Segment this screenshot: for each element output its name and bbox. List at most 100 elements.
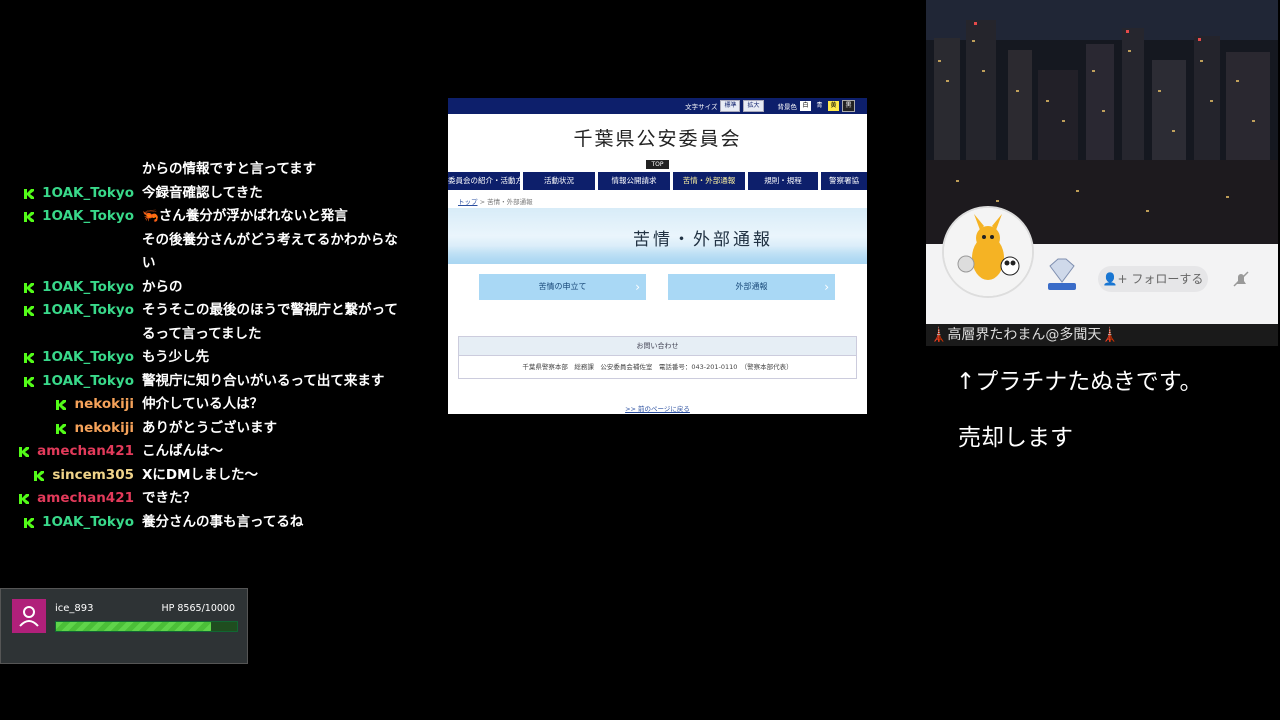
kick-badge-icon: [24, 353, 35, 363]
contact-body: 千葉県警察本部 総務課 公安委員会補佐室 電話番号：043-201-0110 （…: [522, 363, 793, 371]
kick-badge-icon: [24, 306, 35, 316]
chat-message: 1OAK_Tokyo もう少し先: [0, 346, 420, 370]
breadcrumb-current: 苦情・外部通報: [487, 198, 533, 206]
chat-text: ありがとうございます: [142, 419, 277, 436]
bg-yellow-button[interactable]: 黄: [828, 101, 839, 111]
nav-item[interactable]: 規則・規程: [748, 172, 818, 190]
chat-text: 🦐さん養分が浮かばれないと発言: [142, 208, 348, 224]
chat-username[interactable]: 1OAK_Tokyo: [42, 511, 134, 535]
follow-label: フォローする: [1131, 272, 1204, 286]
chevron-right-icon: ›: [635, 280, 640, 294]
chat-message: 1OAK_Tokyo 警視庁に知り合いがいるって出て来ます: [0, 370, 420, 394]
bg-blue-button[interactable]: 青: [814, 101, 825, 111]
overlay-note-1: ↑プラチナたぬきです。: [956, 369, 1203, 395]
breadcrumb: トップ > 苦情・外部通報: [448, 190, 867, 208]
font-size-large-button[interactable]: 拡大: [743, 100, 764, 112]
site-header: 千葉県公安委員会 TOP: [448, 114, 867, 172]
bg-white-button[interactable]: 白: [800, 101, 811, 111]
nav-item[interactable]: 警察署協: [821, 172, 867, 190]
chat-text: からの情報ですと言ってます: [142, 161, 317, 177]
chat-username[interactable]: 1OAK_Tokyo: [42, 205, 134, 229]
chat-username[interactable]: 1OAK_Tokyo: [42, 299, 134, 323]
top-link[interactable]: TOP: [646, 160, 669, 169]
hp-bar: [55, 621, 238, 632]
nav-item[interactable]: 活動状況: [523, 172, 595, 190]
chat-username[interactable]: 1OAK_Tokyo: [42, 276, 134, 300]
breadcrumb-separator: >: [479, 198, 486, 206]
chat-text: そうそこの最後のほうで警視庁と繋がってるって言ってました: [142, 302, 398, 342]
chat-text: その後養分さんがどう考えてるかわからない: [142, 231, 398, 272]
chat-text: こんばんは〜: [142, 443, 223, 459]
contact-box: お問い合わせ 千葉県警察本部 総務課 公安委員会補佐室 電話番号：043-201…: [458, 336, 857, 379]
user-avatar: [12, 599, 46, 633]
user-icon: [19, 606, 39, 627]
chat-text: 警視庁に知り合いがいるって出て来ます: [142, 372, 385, 389]
chat-username[interactable]: nekokiji: [74, 393, 134, 417]
notification-mute-icon[interactable]: [1230, 268, 1252, 290]
chat-message: amechan421 こんばんは〜: [0, 440, 420, 464]
font-size-standard-button[interactable]: 標準: [720, 100, 741, 112]
follow-button[interactable]: 👤+ フォローする: [1098, 266, 1208, 292]
kick-badge-icon: [24, 188, 35, 199]
site-title: 千葉県公安委員会: [573, 128, 742, 150]
chat-message: 1OAK_Tokyo 今録音確認してきた: [0, 182, 420, 206]
hp-username: ice_893: [55, 603, 94, 614]
page-heading: 苦情・外部通報: [633, 230, 773, 250]
mascot-icon: [944, 208, 1032, 296]
bg-black-button[interactable]: 黒: [842, 100, 855, 112]
chat-message: からの情報ですと言ってます: [0, 158, 420, 182]
chat-username[interactable]: amechan421: [37, 487, 134, 511]
contact-header: お問い合わせ: [459, 337, 856, 356]
chat-message: その後養分さんがどう考えてるかわからない: [0, 229, 420, 276]
back-link[interactable]: >> 前のページに戻る: [448, 403, 867, 413]
chat-text: からの: [142, 278, 183, 295]
streamer-name: 🗼高層界たわまん@多聞天🗼: [926, 324, 1278, 346]
breadcrumb-top-link[interactable]: トップ: [458, 198, 478, 206]
kick-badge-icon: [24, 376, 35, 387]
hp-bar-fill: [56, 622, 212, 631]
hp-value: HP 8565/10000: [161, 603, 236, 614]
kick-badge-icon: [56, 423, 67, 434]
external-report-button[interactable]: 外部通報 ›: [668, 274, 835, 300]
embedded-webpage: 文字サイズ 標準 拡大 背景色 白 青 黄 黒 千葉県公安委員会 TOP 委員会…: [448, 98, 867, 414]
add-user-icon: 👤+: [1102, 272, 1132, 286]
chat-username[interactable]: 1OAK_Tokyo: [42, 182, 134, 206]
nav-item[interactable]: 委員会の紹介・活動方針: [448, 172, 520, 190]
nav-item[interactable]: 苦情・外部通報: [673, 172, 745, 190]
chat-message: 1OAK_Tokyo 養分さんの事も言ってるね: [0, 511, 420, 535]
kick-badge-icon: [24, 282, 35, 293]
chat-text: 養分さんの事も言ってるね: [142, 513, 304, 530]
chat-username[interactable]: amechan421: [37, 440, 134, 464]
chat-text: 今録音確認してきた: [142, 184, 263, 201]
kick-badge-icon: [34, 470, 45, 481]
chat-message: 1OAK_Tokyo そうそこの最後のほうで警視庁と繋がってるって言ってました: [0, 299, 420, 346]
complaint-button[interactable]: 苦情の申立て ›: [479, 274, 646, 300]
accessibility-bar: 文字サイズ 標準 拡大 背景色 白 青 黄 黒: [448, 98, 867, 114]
font-size-label: 文字サイズ: [685, 103, 718, 111]
kick-badge-icon: [56, 400, 67, 410]
kick-badge-icon: [19, 447, 30, 457]
chat-message: 1OAK_Tokyo 🦐さん養分が浮かばれないと発言: [0, 205, 420, 229]
chat-text: できた？: [142, 490, 196, 506]
chat-message: nekokiji 仲介している人は？: [0, 393, 420, 417]
chat-text: 仲介している人は？: [142, 396, 264, 412]
action-buttons: 苦情の申立て › 外部通報 ›: [448, 264, 867, 314]
external-report-button-label: 外部通報: [735, 282, 768, 291]
platinum-badge: [1042, 256, 1082, 292]
streamer-avatar[interactable]: [942, 206, 1034, 298]
page-hero: 苦情・外部通報: [448, 208, 867, 264]
streamer-panel: 👤+ フォローする 🗼高層界たわまん@多聞天🗼: [926, 0, 1278, 346]
chat-username[interactable]: sincem305: [52, 464, 134, 488]
diamond-icon: [1048, 258, 1076, 290]
chat-username[interactable]: 1OAK_Tokyo: [42, 346, 134, 370]
chat-username[interactable]: nekokiji: [74, 417, 134, 441]
chevron-right-icon: ›: [824, 280, 829, 294]
chat-log: からの情報ですと言ってます 1OAK_Tokyo 今録音確認してきた 1OAK_Tok…: [0, 158, 420, 534]
chat-message: sincem305 XにDMしました〜: [0, 464, 420, 488]
kick-badge-icon: [24, 212, 35, 222]
complaint-button-label: 苦情の申立て: [538, 282, 587, 291]
hp-widget: ice_893 HP 8565/10000: [0, 588, 248, 664]
nav-item[interactable]: 情報公開請求: [598, 172, 670, 190]
chat-username[interactable]: 1OAK_Tokyo: [42, 370, 134, 394]
global-nav: 委員会の紹介・活動方針活動状況情報公開請求苦情・外部通報規則・規程警察署協: [448, 172, 867, 190]
